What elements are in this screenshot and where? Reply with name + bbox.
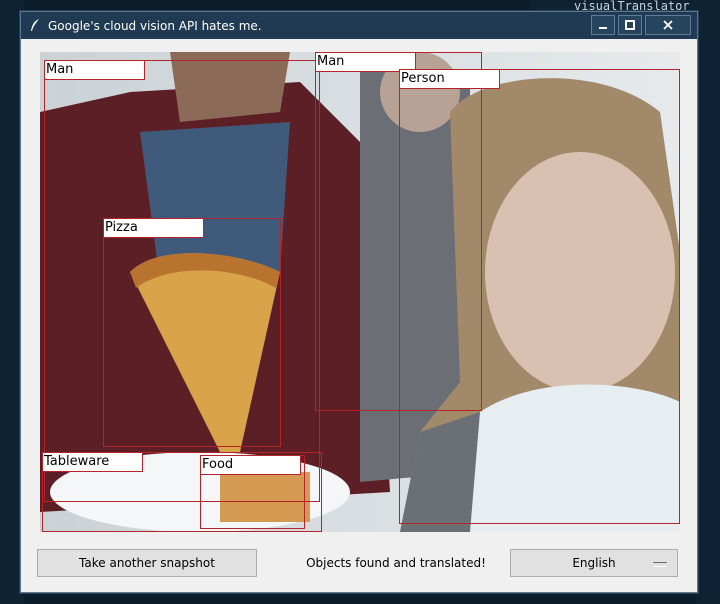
detection-label: Tableware: [42, 452, 143, 472]
detection-box-person: [399, 69, 680, 524]
maximize-icon: [625, 20, 635, 30]
detection-label: Food: [200, 455, 301, 475]
feather-icon: [31, 19, 39, 31]
detection-label: Person: [399, 69, 500, 89]
dropdown-indicator-icon: [653, 562, 667, 567]
title-bar[interactable]: Google's cloud vision API hates me.: [21, 12, 697, 39]
background-code-editor-right: [696, 0, 720, 604]
detection-label: Pizza: [103, 218, 204, 238]
language-selected: English: [572, 556, 616, 570]
detection-box-pizza: [103, 218, 281, 447]
client-area: Man Man Person Pizza Tableware Food Take…: [21, 39, 697, 592]
status-text: Objects found and translated!: [306, 556, 486, 570]
window-title: Google's cloud vision API hates me.: [48, 19, 262, 33]
detection-label: Man: [44, 60, 145, 80]
close-button[interactable]: [645, 15, 691, 35]
camera-snapshot: Man Man Person Pizza Tableware Food: [40, 52, 680, 532]
language-dropdown[interactable]: English: [510, 549, 678, 577]
take-snapshot-button[interactable]: Take another snapshot: [37, 549, 257, 577]
app-window: Google's cloud vision API hates me. Man …: [20, 11, 698, 593]
maximize-button[interactable]: [618, 15, 642, 35]
minimize-icon: [599, 27, 607, 29]
close-icon: [663, 20, 673, 30]
minimize-button[interactable]: [591, 15, 615, 35]
